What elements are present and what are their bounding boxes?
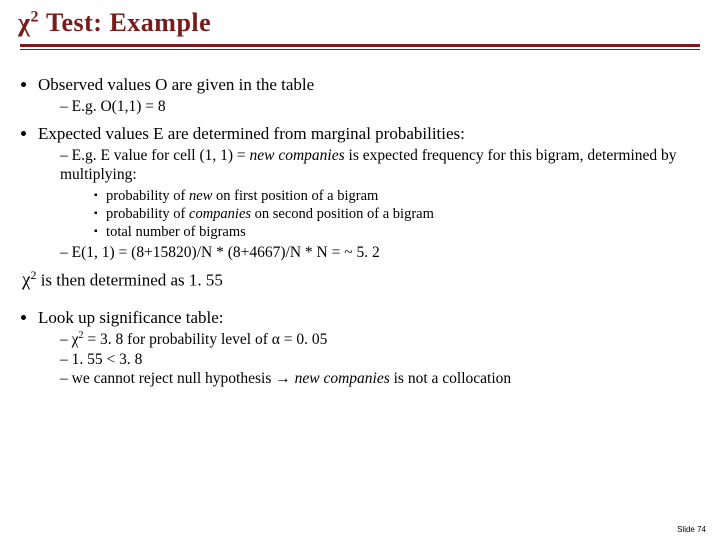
text: E.g. O(1,1) = 8 bbox=[72, 98, 166, 115]
sq-prob-companies: probability of companies on second posit… bbox=[94, 205, 702, 223]
chi-symbol: χ bbox=[72, 331, 79, 348]
bullet-lookup: Look up significance table: χ2 = 3. 8 fo… bbox=[38, 307, 702, 389]
text: E.g. E value for cell (1, 1) = bbox=[72, 147, 250, 164]
bullet-expected: Expected values E are determined from ma… bbox=[38, 123, 702, 263]
text: Look up significance table: bbox=[38, 308, 224, 327]
text: 1. 55 < 3. 8 bbox=[72, 351, 143, 368]
em: new companies bbox=[295, 370, 390, 387]
bullet-observed: Observed values O are given in the table… bbox=[38, 74, 702, 117]
bullet-list: Observed values O are given in the table… bbox=[18, 74, 702, 262]
slide-number: Slide 74 bbox=[677, 525, 706, 534]
slide: χ2 Test: Example Observed values O are g… bbox=[0, 0, 720, 540]
dash-eg-o: E.g. O(1,1) = 8 bbox=[60, 97, 702, 116]
dash-e11: E(1, 1) = (8+15820)/N * (8+4667)/N * N =… bbox=[60, 243, 702, 262]
text: Expected values E are determined from ma… bbox=[38, 124, 465, 143]
text: = 3. 8 for probability level of α = 0. 0… bbox=[84, 331, 328, 348]
em: new companies bbox=[250, 147, 345, 164]
text: total number of bigrams bbox=[106, 224, 246, 240]
dash-conclusion: we cannot reject null hypothesis → new c… bbox=[60, 369, 702, 388]
text: is then determined as 1. 55 bbox=[36, 271, 223, 290]
text: is not a collocation bbox=[390, 370, 511, 387]
sq-total-bigrams: total number of bigrams bbox=[94, 223, 702, 241]
dash-compare: 1. 55 < 3. 8 bbox=[60, 350, 702, 369]
bullet-list-2: Look up significance table: χ2 = 3. 8 fo… bbox=[18, 307, 702, 389]
slide-content: Observed values O are given in the table… bbox=[18, 74, 702, 388]
chi-sup: 2 bbox=[31, 8, 40, 25]
text: we cannot reject null hypothesis → bbox=[72, 370, 295, 387]
text: probability of bbox=[106, 206, 189, 222]
text: E(1, 1) = (8+15820)/N * (8+4667)/N * N =… bbox=[72, 244, 380, 261]
dash-chi-38: χ2 = 3. 8 for probability level of α = 0… bbox=[60, 330, 702, 350]
sq-prob-new: probability of new on first position of … bbox=[94, 187, 702, 205]
title-rule bbox=[18, 44, 702, 50]
dash-eg-e: E.g. E value for cell (1, 1) = new compa… bbox=[60, 146, 702, 241]
slide-title: χ2 Test: Example bbox=[18, 8, 702, 38]
text: on first position of a bigram bbox=[212, 188, 378, 204]
chi-symbol: χ bbox=[18, 8, 31, 37]
chi-squared-result: χ2 is then determined as 1. 55 bbox=[22, 268, 702, 292]
text: probability of bbox=[106, 188, 189, 204]
text: on second position of a bigram bbox=[251, 206, 434, 222]
em: new bbox=[189, 188, 212, 204]
title-text: Test: Example bbox=[39, 8, 211, 37]
text: Observed values O are given in the table bbox=[38, 75, 314, 94]
em: companies bbox=[189, 206, 251, 222]
